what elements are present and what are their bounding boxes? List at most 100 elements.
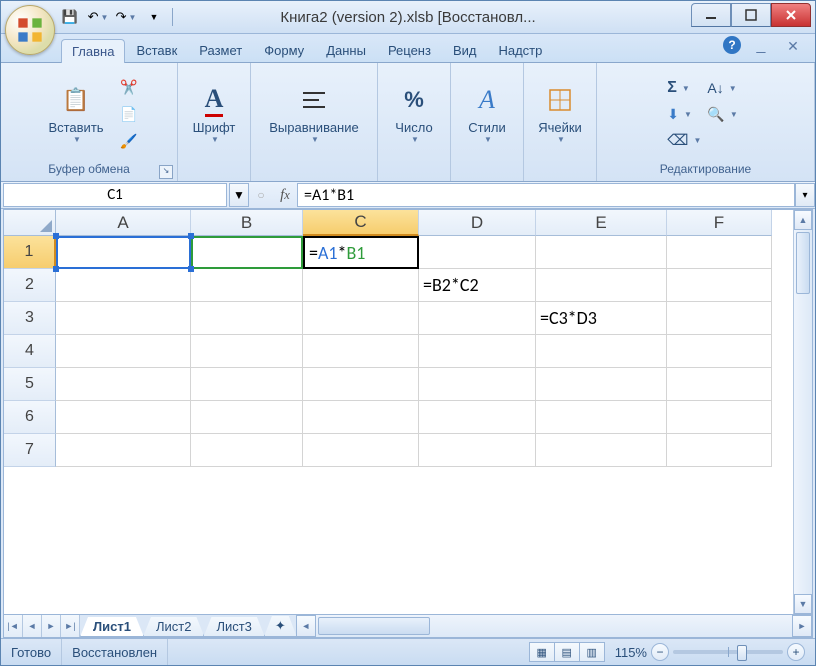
new-sheet-button[interactable]: ✦	[264, 616, 297, 637]
cell-E4[interactable]	[536, 335, 667, 368]
vscroll-track[interactable]	[794, 296, 812, 594]
cell-E2[interactable]	[536, 269, 667, 302]
sheet-nav-next[interactable]: ►	[42, 615, 61, 637]
qat-customize-button[interactable]: ▼	[141, 5, 167, 29]
autosum-button[interactable]: Σ▼	[667, 79, 701, 97]
row-header-3[interactable]: 3	[4, 302, 56, 335]
qat-save-button[interactable]: 💾	[57, 5, 83, 29]
format-painter-button[interactable]: 🖌️	[117, 129, 141, 153]
cell-C7[interactable]	[303, 434, 419, 467]
expand-formula-bar-button[interactable]: ▾	[795, 183, 815, 207]
cell-F1[interactable]	[667, 236, 772, 269]
help-button[interactable]: ?	[723, 36, 741, 54]
cell-E1[interactable]	[536, 236, 667, 269]
cell-E5[interactable]	[536, 368, 667, 401]
cell-C2[interactable]	[303, 269, 419, 302]
page-break-view-button[interactable]: ▥	[580, 643, 604, 661]
tab-pagelayout[interactable]: Размет	[188, 38, 253, 62]
cell-D5[interactable]	[419, 368, 536, 401]
minimize-button[interactable]	[691, 3, 731, 27]
workbook-close-button[interactable]: ✕	[785, 38, 801, 54]
page-layout-view-button[interactable]: ▤	[555, 643, 580, 661]
row-header-7[interactable]: 7	[4, 434, 56, 467]
fill-button[interactable]: ⬇▼	[667, 106, 701, 123]
cell-C5[interactable]	[303, 368, 419, 401]
find-button[interactable]: 🔍▼	[707, 106, 737, 123]
cell-B7[interactable]	[191, 434, 303, 467]
zoom-in-button[interactable]: +	[787, 643, 805, 661]
normal-view-button[interactable]: ▦	[530, 643, 555, 661]
cell-F6[interactable]	[667, 401, 772, 434]
paste-button[interactable]: 📋 Вставить ▼	[37, 76, 115, 152]
select-all-corner[interactable]	[4, 210, 56, 236]
tab-review[interactable]: Реценз	[377, 38, 442, 62]
qat-undo-button[interactable]: ↶▼	[85, 5, 111, 29]
cell-E7[interactable]	[536, 434, 667, 467]
row-header-2[interactable]: 2	[4, 269, 56, 302]
cell-F5[interactable]	[667, 368, 772, 401]
clipboard-launcher[interactable]: ↘	[159, 165, 173, 179]
cell-B6[interactable]	[191, 401, 303, 434]
horizontal-scrollbar[interactable]: ◄ ►	[296, 615, 812, 637]
tab-formulas[interactable]: Форму	[253, 38, 315, 62]
tab-view[interactable]: Вид	[442, 38, 488, 62]
cell-D7[interactable]	[419, 434, 536, 467]
font-button[interactable]: AШрифт▼	[180, 76, 248, 152]
sheet-tab-2[interactable]: Лист2	[143, 617, 204, 637]
cell-C3[interactable]	[303, 302, 419, 335]
clear-button[interactable]: ⌫▼	[667, 131, 701, 149]
cell-F7[interactable]	[667, 434, 772, 467]
cell-F2[interactable]	[667, 269, 772, 302]
active-cell-c1[interactable]: =A1*B1	[303, 236, 419, 269]
cell-A5[interactable]	[56, 368, 191, 401]
insert-function-button[interactable]: fx	[273, 184, 297, 206]
alignment-button[interactable]: Выравнивание▼	[253, 76, 375, 152]
copy-button[interactable]: 📄	[117, 102, 141, 126]
tab-data[interactable]: Данны	[315, 38, 377, 62]
office-button[interactable]	[5, 5, 55, 55]
cell-B5[interactable]	[191, 368, 303, 401]
col-header-c[interactable]: C	[303, 210, 419, 236]
cell-B3[interactable]	[191, 302, 303, 335]
sheet-tab-3[interactable]: Лист3	[203, 617, 264, 637]
scroll-up-button[interactable]: ▲	[794, 210, 812, 230]
col-header-a[interactable]: A	[56, 210, 191, 236]
vscroll-thumb[interactable]	[796, 232, 810, 294]
scroll-left-button[interactable]: ◄	[296, 615, 316, 637]
name-box[interactable]: C1	[3, 183, 227, 207]
col-header-e[interactable]: E	[536, 210, 667, 236]
tab-addins[interactable]: Надстр	[487, 38, 553, 62]
col-header-b[interactable]: B	[191, 210, 303, 236]
minimize-ribbon-button[interactable]: _	[753, 38, 769, 54]
formula-input[interactable]: =A1*B1	[297, 183, 795, 207]
col-header-d[interactable]: D	[419, 210, 536, 236]
cell-B2[interactable]	[191, 269, 303, 302]
name-box-dropdown[interactable]: ▼	[229, 183, 249, 207]
cell-D1[interactable]	[419, 236, 536, 269]
tab-insert[interactable]: Вставк	[125, 38, 188, 62]
styles-button[interactable]: AСтили▼	[453, 76, 521, 152]
hscroll-track[interactable]	[432, 615, 792, 637]
zoom-level[interactable]: 115%	[615, 645, 647, 660]
col-header-f[interactable]: F	[667, 210, 772, 236]
cell-E3[interactable]: =C3*D3	[536, 302, 667, 335]
cells-button[interactable]: Ячейки▼	[526, 76, 594, 152]
maximize-button[interactable]	[731, 3, 771, 27]
tab-home[interactable]: Главна	[61, 39, 125, 63]
sheet-nav-first[interactable]: |◄	[4, 615, 23, 637]
sheet-nav-last[interactable]: ►|	[61, 615, 80, 637]
cut-button[interactable]: ✂️	[117, 75, 141, 99]
cell-A6[interactable]	[56, 401, 191, 434]
cell-D2[interactable]: =B2*C2	[419, 269, 536, 302]
cell-A2[interactable]	[56, 269, 191, 302]
cell-A3[interactable]	[56, 302, 191, 335]
row-header-6[interactable]: 6	[4, 401, 56, 434]
vertical-scrollbar[interactable]: ▲ ▼	[793, 210, 812, 614]
scroll-down-button[interactable]: ▼	[794, 594, 812, 614]
row-header-5[interactable]: 5	[4, 368, 56, 401]
cell-A7[interactable]	[56, 434, 191, 467]
zoom-slider[interactable]	[673, 650, 783, 654]
cell-C4[interactable]	[303, 335, 419, 368]
sheet-tab-1[interactable]: Лист1	[80, 617, 144, 637]
cell-F4[interactable]	[667, 335, 772, 368]
